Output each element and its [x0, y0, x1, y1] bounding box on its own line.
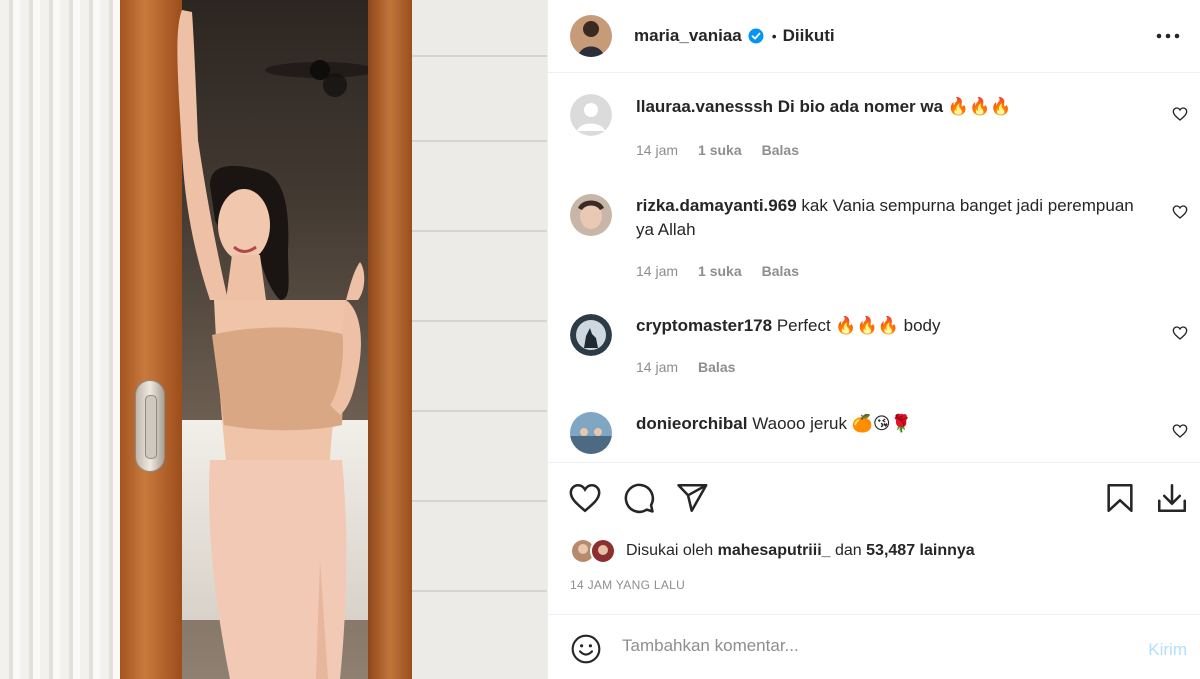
- stone-wall: [412, 0, 547, 679]
- comment-body: Di bio ada nomer wa 🔥🔥🔥: [777, 97, 1012, 116]
- commenter-avatar[interactable]: [570, 314, 612, 356]
- likes-count[interactable]: 53,487 lainnya: [866, 542, 975, 560]
- likes-prefix: Disukai oleh: [626, 542, 714, 559]
- author-avatar-image: [570, 15, 612, 57]
- commenter-avatar[interactable]: [570, 194, 612, 236]
- follow-status-button[interactable]: Diikuti: [783, 26, 835, 46]
- heart-icon[interactable]: [1172, 325, 1188, 341]
- commenter-avatar-image: [570, 194, 612, 236]
- reply-button[interactable]: Balas: [762, 142, 799, 158]
- author-avatar[interactable]: [570, 15, 612, 57]
- more-options-icon[interactable]: [1155, 24, 1181, 48]
- wolf-avatar-image: [570, 314, 612, 356]
- commenter-avatar[interactable]: [570, 412, 612, 454]
- comment-meta: 14 jam 1 suka Balas: [636, 142, 799, 158]
- comment-composer: Kirim: [548, 614, 1200, 679]
- share-icon[interactable]: [675, 481, 709, 515]
- comment-meta: 14 jam Balas: [636, 359, 735, 375]
- person-figure: [177, 10, 365, 679]
- comment-username[interactable]: rizka.damayanti.969: [636, 196, 797, 215]
- action-bar: [548, 462, 1200, 534]
- like-icon[interactable]: [568, 481, 602, 515]
- comment-icon[interactable]: [622, 481, 656, 515]
- comment-text: rizka.damayanti.969 kak Vania sempurna b…: [636, 194, 1136, 242]
- heart-icon[interactable]: [1172, 204, 1188, 220]
- comment-text: llauraa.vanesssh Di bio ada nomer wa 🔥🔥🔥: [636, 95, 1136, 119]
- post-timestamp[interactable]: 14 JAM YANG LALU: [570, 578, 685, 592]
- separator-dot: •: [771, 28, 777, 44]
- commenter-avatar-image: [570, 412, 612, 454]
- post-sidebar: maria_vaniaa • Diikuti llauraa.vanesssh …: [547, 0, 1200, 679]
- liker-avatar: [590, 538, 616, 564]
- verified-badge-icon: [748, 28, 764, 44]
- liker-avatars: [570, 536, 622, 566]
- send-button[interactable]: Kirim: [1148, 640, 1187, 660]
- comment-username[interactable]: donieorchibal: [636, 414, 747, 433]
- comment-likes[interactable]: 1 suka: [698, 263, 742, 279]
- reply-button[interactable]: Balas: [698, 359, 735, 375]
- comment-time: 14 jam: [636, 263, 679, 279]
- comment-text: cryptomaster178 Perfect 🔥🔥🔥 body: [636, 314, 1136, 338]
- liker-username[interactable]: mahesaputriii_: [718, 542, 831, 560]
- comment-body: Perfect 🔥🔥🔥 body: [776, 316, 941, 335]
- reply-button[interactable]: Balas: [762, 263, 799, 279]
- likes-summary: Disukai oleh mahesaputriii_ dan 53,487 l…: [570, 536, 975, 566]
- door-frame-right: [368, 0, 412, 679]
- comment-username[interactable]: cryptomaster178: [636, 316, 772, 335]
- heart-icon[interactable]: [1172, 106, 1188, 122]
- comment-likes[interactable]: 1 suka: [698, 142, 742, 158]
- comment-time: 14 jam: [636, 142, 679, 158]
- post-header: maria_vaniaa • Diikuti: [548, 0, 1200, 73]
- comments-list[interactable]: llauraa.vanesssh Di bio ada nomer wa 🔥🔥🔥…: [548, 74, 1200, 462]
- download-icon[interactable]: [1155, 481, 1189, 515]
- comment-text: donieorchibal Waooo jeruk 🍊😘🌹: [636, 412, 1136, 436]
- comment-input[interactable]: [622, 636, 1122, 656]
- door-handle: [135, 380, 165, 472]
- bookmark-icon[interactable]: [1103, 481, 1137, 515]
- comment-body: Waooo jeruk 🍊😘🌹: [752, 414, 912, 433]
- comment-time: 14 jam: [636, 359, 679, 375]
- default-avatar-icon: [570, 94, 612, 136]
- curtain: [0, 0, 122, 679]
- heart-icon[interactable]: [1172, 423, 1188, 439]
- post-photo[interactable]: [0, 0, 547, 679]
- author-username[interactable]: maria_vaniaa: [634, 26, 742, 46]
- comment-username[interactable]: llauraa.vanesssh: [636, 97, 773, 116]
- post-viewer: maria_vaniaa • Diikuti llauraa.vanesssh …: [0, 0, 1200, 679]
- likes-middle: dan: [835, 542, 862, 559]
- commenter-avatar[interactable]: [570, 94, 612, 136]
- comment-meta: 14 jam 1 suka Balas: [636, 263, 799, 279]
- emoji-icon[interactable]: [570, 633, 602, 665]
